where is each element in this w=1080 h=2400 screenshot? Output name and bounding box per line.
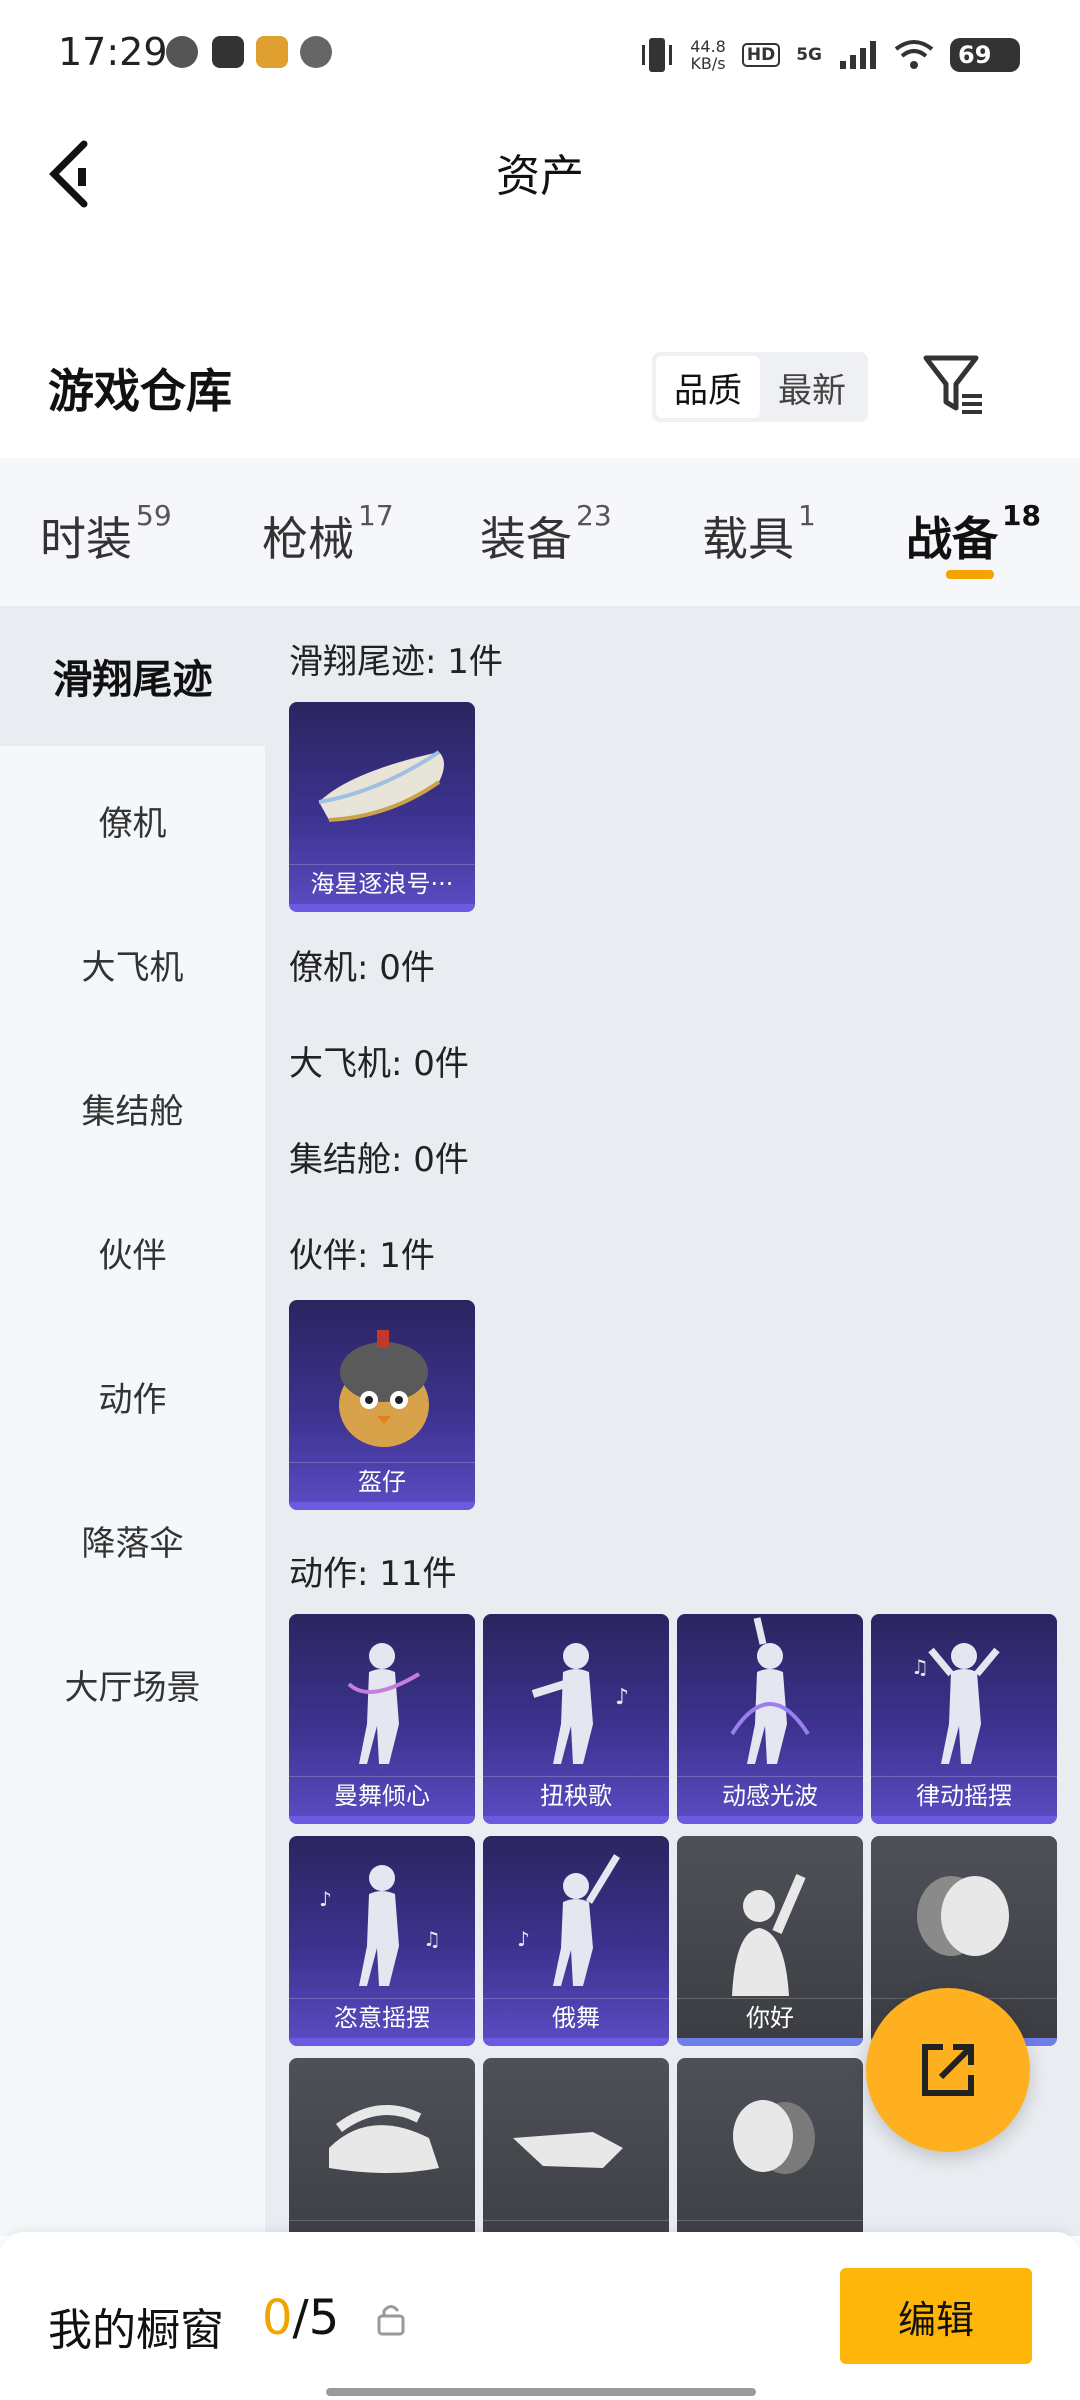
active-tab-indicator: [946, 570, 994, 579]
dancer-silhouette-image: ♪: [531, 1643, 629, 1764]
rarity-bar: [677, 2038, 863, 2046]
item-name: 曼舞倾心: [289, 1776, 475, 1814]
item-name: 海星逐浪号···: [289, 864, 475, 902]
rarity-bar: [289, 1816, 475, 1824]
tab-vehicles[interactable]: 载具 1: [702, 499, 816, 569]
svg-text:♪: ♪: [615, 1685, 629, 1710]
showcase-title: 我的橱窗: [48, 2305, 224, 2356]
status-bar: 17:29 44.8 KB/s HD 5G 69: [0, 0, 1080, 110]
svg-text:♪: ♪: [517, 1927, 530, 1951]
item-card[interactable]: 盔仔: [289, 1300, 475, 1510]
category-tabs: 时装 59 枪械 17 装备 23 载具 1 战备 18: [0, 458, 1080, 606]
net-speed: 44.8 KB/s: [690, 37, 726, 73]
rarity-bar: [289, 2038, 475, 2046]
dancer-silhouette-image: ♫: [911, 1643, 1000, 1764]
tab-fashion[interactable]: 时装 59: [40, 499, 172, 569]
share-icon: [922, 2044, 974, 2096]
sidebar: 滑翔尾迹 僚机 大飞机 集结舱 伙伴 动作 降落伞 大厅场景: [0, 606, 265, 2236]
filter-icon[interactable]: [920, 350, 990, 420]
rarity-bar: [289, 1502, 475, 1510]
top-nav: 资产: [0, 110, 1080, 230]
section-label-emote: 动作: 11件: [289, 1554, 457, 1594]
item-card[interactable]: [677, 2058, 863, 2236]
section-label-rally-pod: 集结舱: 0件: [289, 1140, 469, 1180]
game-notification-icon: [256, 36, 288, 68]
dancer-silhouette-image: ♪♫: [319, 1865, 441, 1986]
section-label-partner: 伙伴: 1件: [289, 1236, 435, 1276]
sidebar-item-lobby-scene[interactable]: 大厅场景: [0, 1614, 265, 1754]
status-time: 17:29: [58, 30, 168, 74]
item-card[interactable]: 曼舞倾心: [289, 1614, 475, 1824]
wifi-icon: [894, 40, 934, 69]
warehouse-title: 游戏仓库: [48, 364, 232, 418]
clapping-hands-image: [329, 2105, 439, 2173]
tab-war-prep[interactable]: 战备 18: [906, 499, 1041, 569]
sidebar-item-wingman[interactable]: 僚机: [0, 750, 265, 890]
item-name: 盔仔: [289, 1462, 475, 1500]
svg-text:♫: ♫: [423, 1927, 441, 1951]
head-turn-image: [917, 1876, 1009, 1956]
sidebar-item-parachute[interactable]: 降落伞: [0, 1470, 265, 1610]
section-label-wingman: 僚机: 0件: [289, 948, 435, 988]
item-name: 你好: [677, 1998, 863, 2036]
item-name: 律动摇摆: [871, 1776, 1057, 1814]
sidebar-item-big-plane[interactable]: 大飞机: [0, 894, 265, 1034]
mail-notification-icon: [212, 36, 244, 68]
rarity-bar: [483, 1816, 669, 1824]
sidebar-item-glide-trail[interactable]: 滑翔尾迹: [0, 606, 265, 746]
sidebar-item-rally-pod[interactable]: 集结舱: [0, 1038, 265, 1178]
signal-5g-icon: 5G: [796, 45, 822, 65]
sort-newest-button[interactable]: 最新: [760, 356, 864, 418]
item-name: 恣意摇摆: [289, 1998, 475, 2036]
rarity-bar: [677, 1816, 863, 1824]
chick-partner-image: [339, 1330, 429, 1447]
rarity-bar: [483, 2038, 669, 2046]
item-name: 动感光波: [677, 1776, 863, 1814]
dancer-silhouette-image: ♪: [517, 1854, 620, 1986]
item-card[interactable]: 海星逐浪号···: [289, 702, 475, 912]
waving-figure-image: [732, 1874, 806, 1996]
sort-toggle: 品质 最新: [652, 352, 868, 422]
svg-text:♫: ♫: [911, 1655, 929, 1679]
item-card[interactable]: [289, 2058, 475, 2236]
dancer-silhouette-image: [730, 1617, 810, 1764]
rarity-bar: [871, 1816, 1057, 1824]
item-card[interactable]: 动感光波: [677, 1614, 863, 1824]
edit-button[interactable]: 编辑: [840, 2268, 1032, 2364]
lock-icon: [377, 2305, 405, 2336]
home-indicator: [326, 2388, 756, 2396]
vibrate-icon: [642, 38, 673, 72]
item-name: 扭秧歌: [483, 1776, 669, 1814]
item-card[interactable]: ♪ ♫ 恣意摇摆: [289, 1836, 475, 2046]
page-title: 资产: [496, 151, 584, 202]
boat-image: [318, 750, 444, 822]
sidebar-item-partner[interactable]: 伙伴: [0, 1182, 265, 1322]
signal-bars-icon: [840, 41, 876, 69]
bust-figure-image: [733, 2100, 815, 2174]
showcase-bar: 我的橱窗 0/5 编辑: [0, 2232, 1080, 2400]
wechat-notification-icon: [300, 36, 332, 68]
dancer-silhouette-image: [347, 1643, 421, 1764]
hd-icon: HD: [741, 43, 781, 67]
item-name: 俄舞: [483, 1998, 669, 2036]
battery-icon: 69: [950, 38, 1020, 72]
item-card[interactable]: ♪ 扭秧歌: [483, 1614, 669, 1824]
pointing-hand-image: [513, 2132, 623, 2168]
section-label-big-plane: 大飞机: 0件: [289, 1044, 469, 1084]
tab-equipment[interactable]: 装备 23: [480, 499, 612, 569]
sidebar-item-emote[interactable]: 动作: [0, 1326, 265, 1466]
share-button[interactable]: [866, 1988, 1030, 2152]
item-card[interactable]: ♪ 俄舞: [483, 1836, 669, 2046]
item-card[interactable]: 你好: [677, 1836, 863, 2046]
item-card[interactable]: [483, 2058, 669, 2236]
item-card[interactable]: ♫ 律动摇摆: [871, 1614, 1057, 1824]
showcase-count: 0/5: [262, 2290, 340, 2346]
app-notification-icon: [166, 36, 198, 68]
svg-text:♪: ♪: [319, 1887, 332, 1911]
section-label-glide-trail: 滑翔尾迹: 1件: [289, 642, 503, 682]
sort-quality-button[interactable]: 品质: [656, 356, 760, 418]
rarity-bar: [289, 904, 475, 912]
status-indicators: 44.8 KB/s HD 5G 69: [640, 30, 1020, 80]
tab-guns[interactable]: 枪械 17: [262, 499, 394, 569]
